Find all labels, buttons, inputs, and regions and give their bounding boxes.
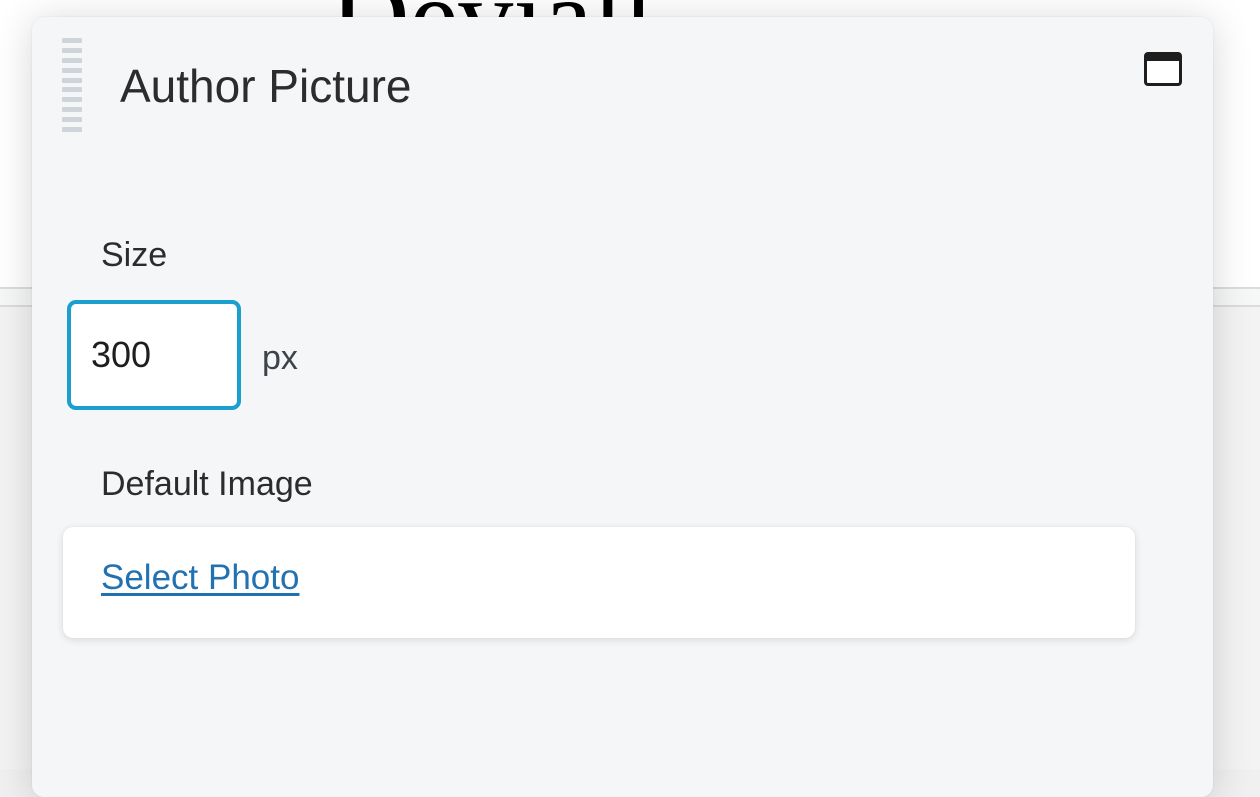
panel-title: Author Picture — [120, 60, 412, 112]
size-label: Size — [101, 236, 168, 274]
size-input[interactable] — [67, 300, 241, 410]
window-icon[interactable] — [1144, 52, 1182, 86]
author-picture-panel: Author Picture Size px Default Image Sel… — [32, 17, 1213, 797]
default-image-label: Default Image — [101, 465, 313, 503]
drag-handle-icon[interactable] — [62, 38, 82, 132]
select-photo-link[interactable]: Select Photo — [101, 558, 299, 598]
size-unit-label: px — [262, 339, 298, 377]
default-image-card: Select Photo — [63, 527, 1135, 638]
